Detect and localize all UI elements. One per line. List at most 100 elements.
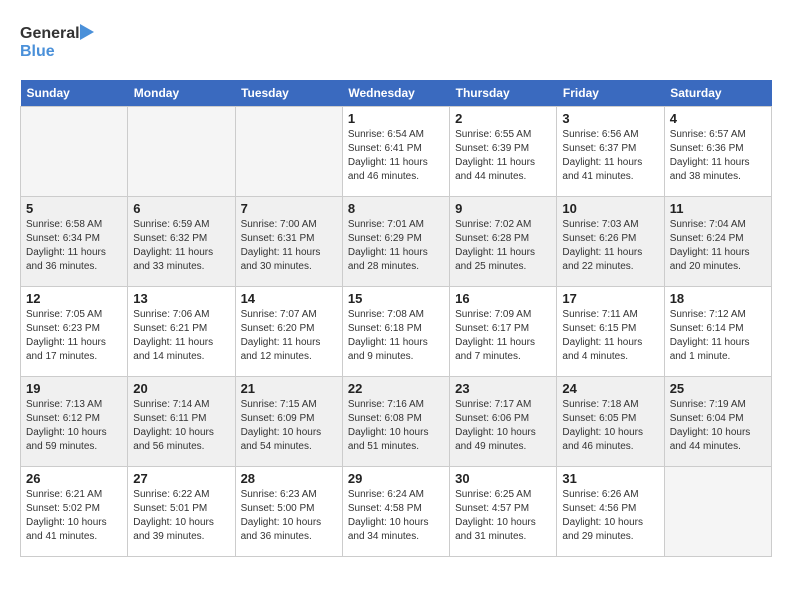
calendar-cell: 16Sunrise: 7:09 AM Sunset: 6:17 PM Dayli… bbox=[450, 287, 557, 377]
calendar-cell bbox=[128, 107, 235, 197]
day-info: Sunrise: 6:59 AM Sunset: 6:32 PM Dayligh… bbox=[133, 218, 229, 274]
svg-text:Blue: Blue bbox=[20, 43, 55, 60]
day-info: Sunrise: 7:05 AM Sunset: 6:23 PM Dayligh… bbox=[26, 308, 122, 364]
calendar-cell: 18 Sunrise: 7:12 AM Sunset: 6:14 PM Dayli… bbox=[664, 287, 771, 377]
calendar-cell: 9Sunrise: 7:02 AM Sunset: 6:28 PM Daylig… bbox=[450, 197, 557, 287]
day-info: Sunrise: 7:01 AM Sunset: 6:29 PM Dayligh… bbox=[348, 218, 444, 274]
calendar-week-5: 26Sunrise: 6:21 AM Sunset: 5:02 PM Dayli… bbox=[21, 467, 772, 557]
day-info: Sunrise: 7:06 AM Sunset: 6:21 PM Dayligh… bbox=[133, 308, 229, 364]
day-info: Sunrise: 7:19 AM Sunset: 6:04 PM Dayligh… bbox=[670, 398, 766, 454]
day-number: 18 bbox=[670, 291, 766, 306]
day-number: 21 bbox=[241, 381, 337, 396]
day-info: Sunrise: 6:57 AM Sunset: 6:36 PM Dayligh… bbox=[670, 128, 766, 184]
day-number: 12 bbox=[26, 291, 122, 306]
calendar-cell: 29Sunrise: 6:24 AM Sunset: 4:58 PM Dayli… bbox=[342, 467, 449, 557]
day-number: 24 bbox=[562, 381, 658, 396]
day-info: Sunrise: 6:25 AM Sunset: 4:57 PM Dayligh… bbox=[455, 488, 551, 544]
day-info: Sunrise: 7:13 AM Sunset: 6:12 PM Dayligh… bbox=[26, 398, 122, 454]
day-number: 11 bbox=[670, 201, 766, 216]
day-info: Sunrise: 7:09 AM Sunset: 6:17 PM Dayligh… bbox=[455, 308, 551, 364]
day-info: Sunrise: 6:23 AM Sunset: 5:00 PM Dayligh… bbox=[241, 488, 337, 544]
day-info: Sunrise: 7:07 AM Sunset: 6:20 PM Dayligh… bbox=[241, 308, 337, 364]
day-info: Sunrise: 7:16 AM Sunset: 6:08 PM Dayligh… bbox=[348, 398, 444, 454]
day-number: 22 bbox=[348, 381, 444, 396]
day-number: 4 bbox=[670, 111, 766, 126]
day-number: 20 bbox=[133, 381, 229, 396]
calendar-week-2: 5 Sunrise: 6:58 AM Sunset: 6:34 PM Daylig… bbox=[21, 197, 772, 287]
weekday-header-saturday: Saturday bbox=[664, 80, 771, 107]
calendar-cell: 6Sunrise: 6:59 AM Sunset: 6:32 PM Daylig… bbox=[128, 197, 235, 287]
weekday-header-sunday: Sunday bbox=[21, 80, 128, 107]
calendar-cell bbox=[235, 107, 342, 197]
calendar-cell: 12 Sunrise: 7:05 AM Sunset: 6:23 PM Dayli… bbox=[21, 287, 128, 377]
day-info: Sunrise: 6:58 AM Sunset: 6:34 PM Dayligh… bbox=[26, 218, 122, 274]
day-number: 19 bbox=[26, 381, 122, 396]
calendar-cell: 19 Sunrise: 7:13 AM Sunset: 6:12 PM Dayli… bbox=[21, 377, 128, 467]
day-info: Sunrise: 6:55 AM Sunset: 6:39 PM Dayligh… bbox=[455, 128, 551, 184]
day-number: 3 bbox=[562, 111, 658, 126]
day-info: Sunrise: 7:04 AM Sunset: 6:24 PM Dayligh… bbox=[670, 218, 766, 274]
calendar-cell: 31 Sunrise: 6:26 AM Sunset: 4:56 PM Dayli… bbox=[557, 467, 664, 557]
day-info: Sunrise: 7:00 AM Sunset: 6:31 PM Dayligh… bbox=[241, 218, 337, 274]
calendar-cell: 17 Sunrise: 7:11 AM Sunset: 6:15 PM Dayli… bbox=[557, 287, 664, 377]
calendar-cell: 15 Sunrise: 7:08 AM Sunset: 6:18 PM Dayli… bbox=[342, 287, 449, 377]
day-number: 27 bbox=[133, 471, 229, 486]
calendar-cell: 21 Sunrise: 7:15 AM Sunset: 6:09 PM Dayli… bbox=[235, 377, 342, 467]
day-number: 28 bbox=[241, 471, 337, 486]
day-number: 23 bbox=[455, 381, 551, 396]
day-number: 25 bbox=[670, 381, 766, 396]
day-number: 17 bbox=[562, 291, 658, 306]
calendar-week-3: 12 Sunrise: 7:05 AM Sunset: 6:23 PM Dayli… bbox=[21, 287, 772, 377]
day-info: Sunrise: 6:24 AM Sunset: 4:58 PM Dayligh… bbox=[348, 488, 444, 544]
weekday-header-friday: Friday bbox=[557, 80, 664, 107]
day-info: Sunrise: 6:22 AM Sunset: 5:01 PM Dayligh… bbox=[133, 488, 229, 544]
svg-text:General: General bbox=[20, 25, 80, 42]
day-info: Sunrise: 7:17 AM Sunset: 6:06 PM Dayligh… bbox=[455, 398, 551, 454]
day-info: Sunrise: 6:26 AM Sunset: 4:56 PM Dayligh… bbox=[562, 488, 658, 544]
calendar-cell: 8Sunrise: 7:01 AM Sunset: 6:29 PM Daylig… bbox=[342, 197, 449, 287]
calendar-week-4: 19 Sunrise: 7:13 AM Sunset: 6:12 PM Dayli… bbox=[21, 377, 772, 467]
logo-svg: GeneralBlue bbox=[20, 20, 100, 64]
weekday-header-tuesday: Tuesday bbox=[235, 80, 342, 107]
calendar-table: SundayMondayTuesdayWednesdayThursdayFrid… bbox=[20, 80, 772, 557]
day-number: 15 bbox=[348, 291, 444, 306]
day-number: 30 bbox=[455, 471, 551, 486]
calendar-cell: 20 Sunrise: 7:14 AM Sunset: 6:11 PM Dayli… bbox=[128, 377, 235, 467]
calendar-cell bbox=[664, 467, 771, 557]
calendar-cell: 28 Sunrise: 6:23 AM Sunset: 5:00 PM Dayli… bbox=[235, 467, 342, 557]
day-number: 31 bbox=[562, 471, 658, 486]
calendar-cell: 1Sunrise: 6:54 AM Sunset: 6:41 PM Daylig… bbox=[342, 107, 449, 197]
calendar-cell: 27 Sunrise: 6:22 AM Sunset: 5:01 PM Dayli… bbox=[128, 467, 235, 557]
calendar-cell: 2Sunrise: 6:55 AM Sunset: 6:39 PM Daylig… bbox=[450, 107, 557, 197]
day-number: 5 bbox=[26, 201, 122, 216]
day-info: Sunrise: 7:08 AM Sunset: 6:18 PM Dayligh… bbox=[348, 308, 444, 364]
calendar-cell: 25 Sunrise: 7:19 AM Sunset: 6:04 PM Dayli… bbox=[664, 377, 771, 467]
day-info: Sunrise: 7:02 AM Sunset: 6:28 PM Dayligh… bbox=[455, 218, 551, 274]
logo: GeneralBlue bbox=[20, 20, 100, 64]
day-info: Sunrise: 7:12 AM Sunset: 6:14 PM Dayligh… bbox=[670, 308, 766, 364]
calendar-cell: 4 Sunrise: 6:57 AM Sunset: 6:36 PM Daylig… bbox=[664, 107, 771, 197]
calendar-cell: 24 Sunrise: 7:18 AM Sunset: 6:05 PM Dayli… bbox=[557, 377, 664, 467]
calendar-cell: 23 Sunrise: 7:17 AM Sunset: 6:06 PM Dayli… bbox=[450, 377, 557, 467]
day-info: Sunrise: 7:14 AM Sunset: 6:11 PM Dayligh… bbox=[133, 398, 229, 454]
calendar-header-row: SundayMondayTuesdayWednesdayThursdayFrid… bbox=[21, 80, 772, 107]
calendar-cell: 3Sunrise: 6:56 AM Sunset: 6:37 PM Daylig… bbox=[557, 107, 664, 197]
day-number: 14 bbox=[241, 291, 337, 306]
calendar-cell bbox=[21, 107, 128, 197]
weekday-header-thursday: Thursday bbox=[450, 80, 557, 107]
calendar-cell: 10 Sunrise: 7:03 AM Sunset: 6:26 PM Dayli… bbox=[557, 197, 664, 287]
day-info: Sunrise: 7:18 AM Sunset: 6:05 PM Dayligh… bbox=[562, 398, 658, 454]
calendar-cell: 22 Sunrise: 7:16 AM Sunset: 6:08 PM Dayli… bbox=[342, 377, 449, 467]
calendar-cell: 5 Sunrise: 6:58 AM Sunset: 6:34 PM Daylig… bbox=[21, 197, 128, 287]
page-header: GeneralBlue bbox=[20, 20, 772, 64]
day-number: 1 bbox=[348, 111, 444, 126]
day-number: 10 bbox=[562, 201, 658, 216]
day-number: 26 bbox=[26, 471, 122, 486]
day-info: Sunrise: 7:03 AM Sunset: 6:26 PM Dayligh… bbox=[562, 218, 658, 274]
weekday-header-wednesday: Wednesday bbox=[342, 80, 449, 107]
day-info: Sunrise: 7:15 AM Sunset: 6:09 PM Dayligh… bbox=[241, 398, 337, 454]
day-info: Sunrise: 7:11 AM Sunset: 6:15 PM Dayligh… bbox=[562, 308, 658, 364]
calendar-cell: 26Sunrise: 6:21 AM Sunset: 5:02 PM Dayli… bbox=[21, 467, 128, 557]
calendar-cell: 13Sunrise: 7:06 AM Sunset: 6:21 PM Dayli… bbox=[128, 287, 235, 377]
calendar-cell: 14 Sunrise: 7:07 AM Sunset: 6:20 PM Dayli… bbox=[235, 287, 342, 377]
